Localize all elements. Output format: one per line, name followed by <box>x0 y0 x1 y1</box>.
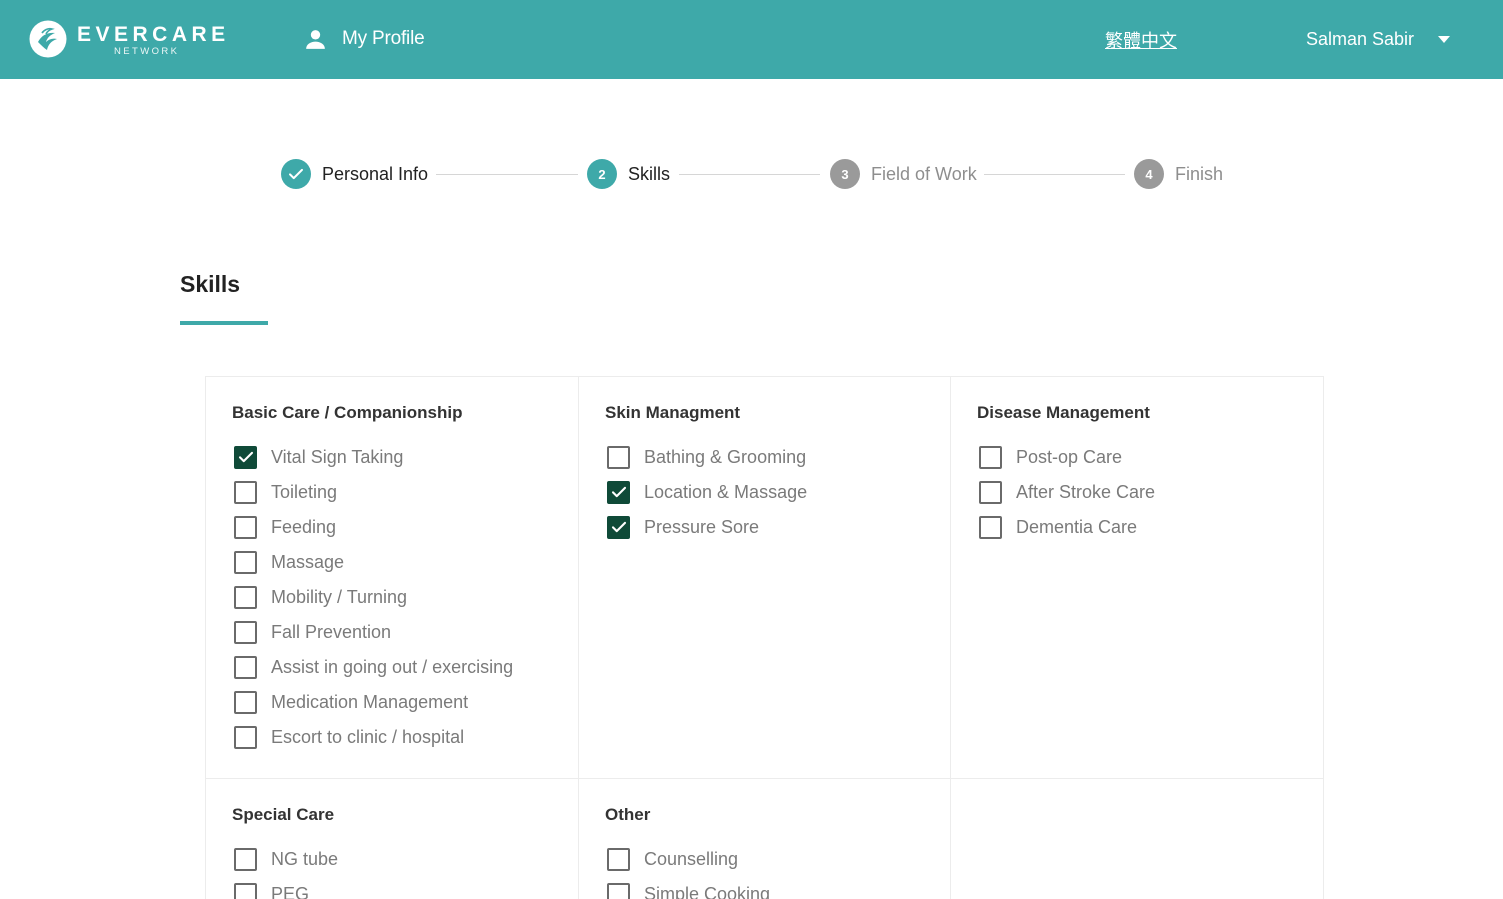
skill-checkbox-option[interactable]: After Stroke Care <box>979 479 1155 505</box>
skill-option-label: Toileting <box>271 481 338 502</box>
checkbox-unchecked-icon[interactable] <box>234 847 257 871</box>
user-menu-dropdown[interactable]: Salman Sabir <box>1306 26 1450 52</box>
checkbox-unchecked-icon[interactable] <box>234 882 257 899</box>
step-personal-info[interactable]: Personal Info <box>281 159 428 189</box>
checkbox-unchecked-icon[interactable] <box>607 445 630 469</box>
skill-checkbox-option[interactable]: PEG <box>234 881 309 899</box>
step-label: Skills <box>628 163 671 184</box>
skill-group-card: Skin Managment Bathing & Grooming Locatio… <box>578 376 951 779</box>
skill-checkbox-option[interactable]: Bathing & Grooming <box>607 444 806 470</box>
skill-checkbox-option[interactable]: Medication Management <box>234 689 468 715</box>
checkbox-unchecked-icon[interactable] <box>979 515 1002 539</box>
skill-group-card: Other Counselling Simple Cooking <box>578 778 951 899</box>
top-navigation-bar: EVERCARE NETWORK My Profile 繁體中文 Salman … <box>0 0 1503 79</box>
section-title: Skills <box>180 271 241 297</box>
checkbox-unchecked-icon[interactable] <box>234 550 257 574</box>
skill-option-label: NG tube <box>271 848 339 869</box>
skill-option-label: Bathing & Grooming <box>644 446 807 467</box>
skill-option-label: Massage <box>271 551 345 572</box>
skill-checkbox-option[interactable]: NG tube <box>234 846 338 872</box>
skill-group-title: Other <box>605 805 651 824</box>
step-number: 4 <box>1134 159 1164 189</box>
evercare-logo-icon <box>29 20 67 58</box>
checkbox-unchecked-icon[interactable] <box>234 620 257 644</box>
skill-option-label: Feeding <box>271 516 337 537</box>
skill-checkbox-option[interactable]: Vital Sign Taking <box>234 444 403 470</box>
skill-checkbox-option[interactable]: Feeding <box>234 514 336 540</box>
skill-group-title: Skin Managment <box>605 403 741 422</box>
skill-checkbox-option[interactable]: Counselling <box>607 846 738 872</box>
skill-option-label: Dementia Care <box>1016 516 1138 537</box>
section-title-underline <box>180 321 268 325</box>
step-number: 3 <box>830 159 860 189</box>
checkbox-checked-icon[interactable] <box>607 480 630 504</box>
skill-checkbox-option[interactable]: Fall Prevention <box>234 619 391 645</box>
skill-option-label: Vital Sign Taking <box>271 446 404 467</box>
skill-option-label: Escort to clinic / hospital <box>271 726 465 747</box>
skill-checkbox-option[interactable]: Massage <box>234 549 344 575</box>
skill-option-label: Post-op Care <box>1016 446 1123 467</box>
skill-group-title: Disease Management <box>977 403 1150 422</box>
skill-option-label: Fall Prevention <box>271 621 392 642</box>
user-name: Salman Sabir <box>1306 28 1415 49</box>
step-field-of-work[interactable]: 3 Field of Work <box>830 159 977 189</box>
skill-option-label: Mobility / Turning <box>271 586 408 607</box>
checkbox-unchecked-icon[interactable] <box>234 655 257 679</box>
checkbox-unchecked-icon[interactable] <box>234 725 257 749</box>
skill-option-label: Assist in going out / exercising <box>271 656 514 677</box>
step-finish[interactable]: 4 Finish <box>1134 159 1223 189</box>
my-profile-label: My Profile <box>342 28 425 49</box>
caret-down-icon <box>1438 36 1450 43</box>
skill-checkbox-option[interactable]: Toileting <box>234 479 337 505</box>
checkbox-unchecked-icon[interactable] <box>607 847 630 871</box>
skill-option-label: Location & Massage <box>644 481 808 502</box>
evercare-logo[interactable]: EVERCARE NETWORK <box>29 20 229 60</box>
brand-name: EVERCARE <box>77 23 230 46</box>
checkbox-unchecked-icon[interactable] <box>234 480 257 504</box>
user-icon <box>306 29 325 49</box>
skill-group-title: Special Care <box>232 805 335 824</box>
check-icon <box>289 168 303 180</box>
skill-group-card: Disease Management Post-op Care After Str… <box>950 376 1324 779</box>
checkbox-unchecked-icon[interactable] <box>979 445 1002 469</box>
language-switch-link[interactable]: 繁體中文 <box>1105 27 1177 53</box>
skill-option-label: Simple Cooking <box>644 883 771 899</box>
step-connector <box>984 174 1125 175</box>
step-number: 2 <box>587 159 617 189</box>
skill-option-label: PEG <box>271 883 310 899</box>
skill-checkbox-option[interactable]: Pressure Sore <box>607 514 759 540</box>
skill-checkbox-option[interactable]: Post-op Care <box>979 444 1122 470</box>
skill-group-card: Special Care NG tube PEG <box>205 778 579 899</box>
skill-checkbox-option[interactable]: Dementia Care <box>979 514 1137 540</box>
skill-group-title: Basic Care / Companionship <box>232 403 463 422</box>
checkbox-unchecked-icon[interactable] <box>234 690 257 714</box>
checkbox-unchecked-icon[interactable] <box>234 515 257 539</box>
skill-checkbox-option[interactable]: Assist in going out / exercising <box>234 654 513 680</box>
brand-subtitle: NETWORK <box>114 46 180 57</box>
checkbox-unchecked-icon[interactable] <box>234 585 257 609</box>
checkbox-unchecked-icon[interactable] <box>979 480 1002 504</box>
skill-checkbox-option[interactable]: Location & Massage <box>607 479 807 505</box>
step-complete-icon <box>281 159 311 189</box>
my-profile-link[interactable]: My Profile <box>303 26 425 52</box>
step-label: Finish <box>1175 163 1224 184</box>
skill-checkbox-option[interactable]: Simple Cooking <box>607 881 770 899</box>
skill-option-label: Medication Management <box>271 691 469 712</box>
step-skills[interactable]: 2 Skills <box>587 159 670 189</box>
checkbox-checked-icon[interactable] <box>607 515 630 539</box>
checkbox-unchecked-icon[interactable] <box>607 882 630 899</box>
skill-option-label: Pressure Sore <box>644 516 760 537</box>
step-connector <box>436 174 578 175</box>
skill-option-label: After Stroke Care <box>1016 481 1156 502</box>
skill-checkbox-option[interactable]: Mobility / Turning <box>234 584 407 610</box>
checkbox-checked-icon[interactable] <box>234 445 257 469</box>
step-label: Personal Info <box>322 163 429 184</box>
skill-group-card: Basic Care / Companionship Vital Sign Ta… <box>205 376 579 779</box>
skill-option-label: Counselling <box>644 848 739 869</box>
step-label: Field of Work <box>871 163 977 184</box>
skill-checkbox-option[interactable]: Escort to clinic / hospital <box>234 724 464 750</box>
empty-card <box>950 778 1324 899</box>
step-connector <box>679 174 820 175</box>
